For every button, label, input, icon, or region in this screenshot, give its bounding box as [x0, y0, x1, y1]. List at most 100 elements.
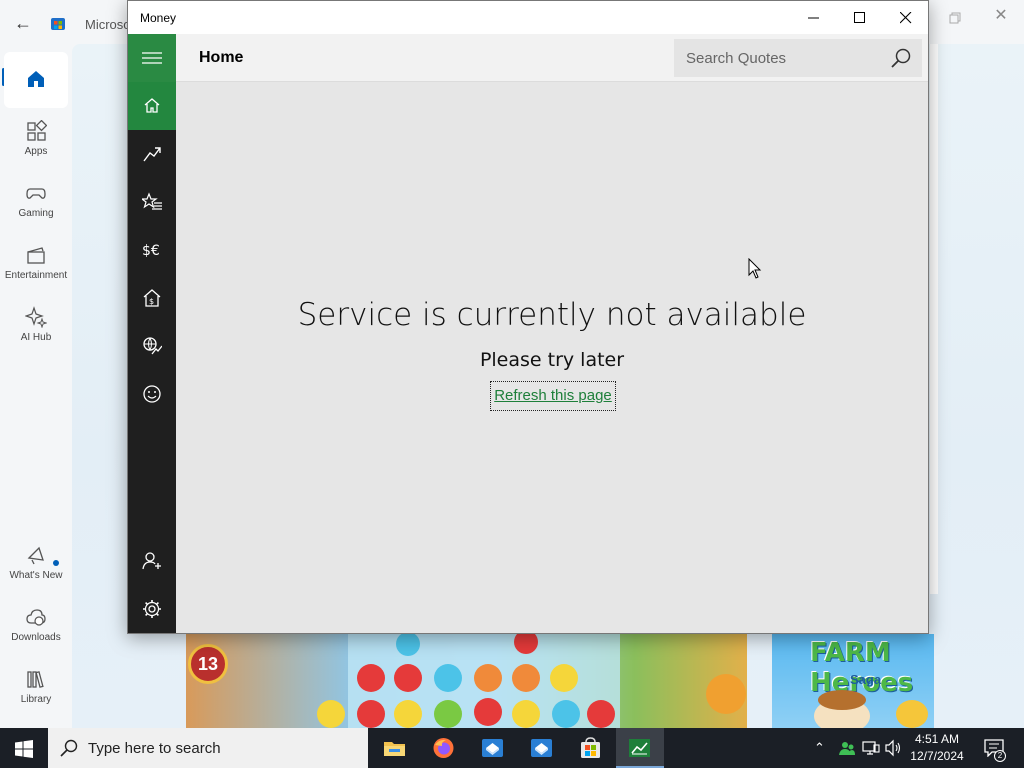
trend-chart-icon [143, 147, 161, 162]
store-close-icon[interactable]: ✕ [992, 7, 1010, 25]
taskbar-firefox[interactable] [420, 728, 468, 768]
home-icon [144, 98, 160, 113]
rail-item-settings[interactable] [128, 585, 176, 633]
sidebar-item-ai-hub[interactable]: AI Hub [0, 306, 72, 362]
apps-icon [27, 120, 47, 141]
home-icon [28, 71, 44, 87]
network-icon[interactable] [862, 739, 880, 757]
star-list-icon [142, 192, 162, 210]
game-banner[interactable]: 13 [186, 634, 747, 728]
sidebar-label-entertainment: Entertainment [4, 270, 68, 281]
sidebar-label-whats-new: What's New [9, 570, 63, 581]
search-icon [60, 739, 78, 757]
sidebar-label-downloads: Downloads [11, 632, 61, 643]
sidebar-label-apps: Apps [24, 146, 48, 157]
taskbar: Type here to search ⌃ 4:51 AM 12/7/2024 … [0, 728, 1024, 768]
farm-heroes-banner[interactable]: FARM Heroes Saga [772, 634, 934, 728]
store-title: Microso [85, 17, 131, 32]
sidebar-label-library: Library [20, 694, 52, 705]
error-subtitle: Please try later [479, 349, 625, 371]
svg-text:$€: $€ [142, 243, 160, 259]
restore-icon[interactable] [946, 9, 964, 27]
rail-item-account[interactable] [128, 537, 176, 585]
rail-item-feedback[interactable] [128, 370, 176, 418]
close-icon [900, 12, 912, 24]
sidebar-label-ai-hub: AI Hub [20, 332, 52, 343]
start-button[interactable] [0, 728, 48, 768]
search-quotes-input[interactable] [674, 39, 884, 77]
refresh-page-link[interactable]: Refresh this page [490, 381, 616, 411]
currency-icon: $€ [142, 243, 160, 259]
file-explorer-icon [384, 742, 405, 756]
error-title: Service is currently not available [297, 297, 807, 333]
search-box[interactable] [674, 39, 922, 77]
sidebar-item-whats-new[interactable]: What's New [0, 544, 72, 600]
rail-item-currencies[interactable]: $€ [128, 226, 176, 274]
tray-overflow-chevron-icon[interactable]: ⌃ [814, 740, 825, 756]
cloud-download-icon [26, 609, 46, 626]
smiley-icon [143, 385, 161, 403]
rail-item-markets[interactable] [128, 130, 176, 178]
megaphone-icon [27, 546, 44, 565]
rail-item-watchlist[interactable] [128, 178, 176, 226]
money-content: Service is currently not available Pleas… [176, 83, 928, 633]
gamepad-icon [26, 188, 46, 199]
sidebar-item-home[interactable] [4, 52, 68, 108]
store-icon [581, 737, 600, 758]
maximize-button[interactable] [837, 1, 883, 34]
sandbox-icon [531, 739, 552, 757]
store-logo-icon [51, 18, 65, 30]
hamburger-menu-icon [142, 52, 162, 64]
clock-date[interactable]: 12/7/2024 [904, 749, 970, 763]
back-arrow-icon[interactable]: ← [12, 12, 34, 34]
money-header: Home [176, 34, 928, 82]
sidebar-item-entertainment[interactable]: Entertainment [0, 244, 72, 300]
rail-item-home[interactable] [128, 82, 176, 130]
action-center-button[interactable] [976, 728, 1016, 768]
settings-gear-icon [143, 600, 161, 618]
volume-icon[interactable] [885, 739, 903, 757]
store-sidebar: Apps Gaming Entertainment AI Hub What's … [0, 44, 72, 728]
candy-board-image [317, 634, 746, 728]
svg-text:$: $ [149, 297, 154, 306]
taskbar-search-box[interactable]: Type here to search [48, 728, 368, 768]
mortgage-home-icon: $ [143, 289, 161, 307]
downloads-badge [53, 560, 59, 566]
taskbar-store[interactable] [567, 728, 615, 768]
taskbar-sandbox-1[interactable] [469, 728, 517, 768]
windows-logo-icon [15, 740, 33, 758]
film-icon [27, 247, 45, 264]
window-title: Money [140, 11, 177, 25]
library-icon [27, 671, 44, 688]
hamburger-menu-button[interactable] [128, 34, 176, 82]
money-icon [629, 739, 650, 757]
world-markets-icon [143, 337, 162, 355]
money-nav-rail: $€ $ [128, 34, 176, 633]
clock-time[interactable]: 4:51 AM [904, 732, 970, 746]
taskbar-money[interactable] [616, 728, 664, 768]
rail-item-world-markets[interactable] [128, 322, 176, 370]
mouse-cursor-icon [748, 258, 762, 279]
minimize-icon [808, 17, 819, 19]
maximize-icon [854, 12, 865, 23]
close-button[interactable] [883, 1, 929, 34]
sidebar-item-downloads[interactable]: Downloads [0, 606, 72, 662]
money-window: Money $€ $ Home Search Quotes Service is… [127, 0, 929, 634]
taskbar-sandbox-2[interactable] [518, 728, 566, 768]
store-card [930, 44, 938, 594]
notification-count-badge: 2 [994, 750, 1006, 762]
money-titlebar[interactable]: Money [128, 1, 928, 34]
people-tray-icon[interactable] [838, 739, 856, 757]
add-person-icon [142, 552, 161, 570]
sidebar-item-gaming[interactable]: Gaming [0, 182, 72, 238]
sandbox-icon [482, 739, 503, 757]
sparkle-icon [25, 306, 47, 328]
search-icon[interactable] [890, 47, 912, 69]
page-title: Home [199, 49, 244, 66]
sidebar-item-apps[interactable]: Apps [0, 120, 72, 176]
sidebar-label-gaming: Gaming [18, 208, 54, 219]
minimize-button[interactable] [791, 1, 837, 34]
taskbar-file-explorer[interactable] [371, 728, 419, 768]
rail-item-mortgage[interactable]: $ [128, 274, 176, 322]
sidebar-item-library[interactable]: Library [0, 668, 72, 724]
